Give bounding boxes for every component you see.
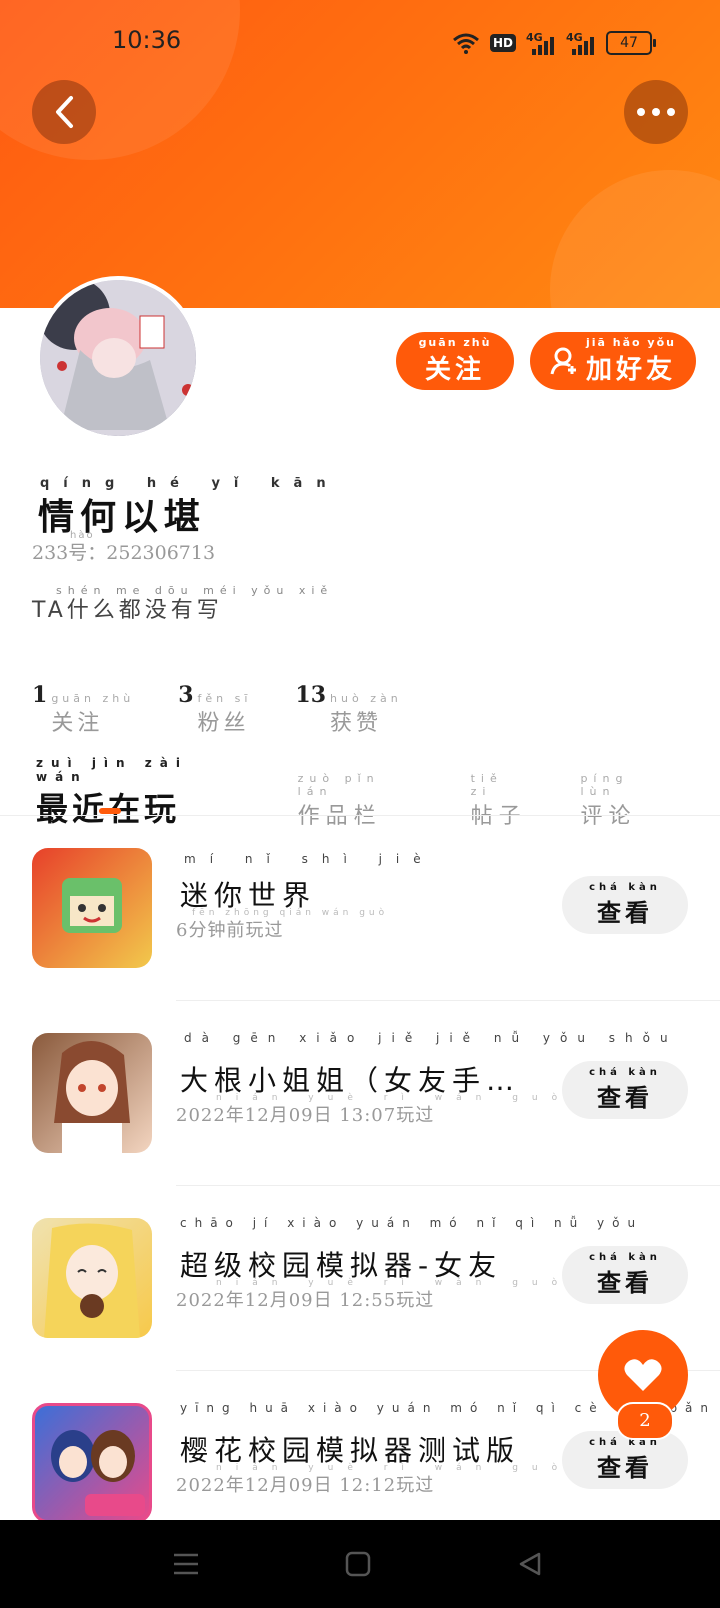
tab-indicator: [99, 808, 121, 814]
stat-followers[interactable]: 3 fěn sī 粉丝: [178, 682, 251, 737]
game-title-pinyin: chāo jí xiào yuán mó nǐ qì nǚ yǒu: [180, 1216, 644, 1230]
game-title-pinyin: mí nǐ shì jiè: [184, 852, 435, 866]
signal-icon: 4G: [566, 31, 596, 55]
game-icon: [32, 848, 152, 968]
stat-pinyin: huò zàn: [330, 692, 402, 705]
add-user-icon: [550, 347, 576, 375]
game-row[interactable]: dà gēn xiǎo jiě jiě nǚ yǒu shǒu 大根小姐姐（女友…: [0, 1001, 720, 1186]
system-navbar: [0, 1520, 720, 1608]
follow-pinyin: guān zhù: [418, 336, 492, 349]
tab-pinyin: zuì jìn zài wán: [36, 756, 188, 784]
game-last-played: 2022年12月09日 12:55玩过: [176, 1290, 435, 1311]
avatar[interactable]: [36, 276, 200, 440]
tab-pinyin: tiě zi: [470, 772, 503, 798]
view-label: 查看: [597, 899, 653, 927]
view-pinyin: chá kàn: [589, 1252, 661, 1263]
uid-label: 233号：: [32, 542, 107, 564]
view-label: 查看: [597, 1084, 653, 1112]
view-button[interactable]: chá kàn 查看: [562, 1061, 688, 1119]
signal-icon: 4G: [526, 31, 556, 55]
game-row[interactable]: mí nǐ shì jiè 迷你世界 fēn zhōng qián wán gu…: [0, 816, 720, 1001]
game-icon: [32, 1218, 152, 1338]
game-last-played: 2022年12月09日 13:07玩过: [176, 1105, 435, 1126]
wifi-icon: [453, 33, 479, 54]
follow-button[interactable]: guān zhù 关注: [396, 332, 514, 390]
network-type: 4G: [526, 31, 543, 44]
status-bar: 10:36 HD 4G 4G 47: [0, 22, 720, 62]
view-button[interactable]: chá kàn 查看: [562, 1246, 688, 1304]
game-last-played: 6分钟前玩过: [176, 920, 284, 941]
stat-label: 获赞: [330, 711, 383, 736]
back-button[interactable]: [32, 80, 96, 144]
like-count-badge: 2: [616, 1402, 674, 1440]
stat-likes[interactable]: 13 huò zàn 获赞: [295, 682, 401, 737]
heart-icon: [624, 1359, 662, 1391]
add-friend-pinyin: jiā hǎo yǒu: [585, 336, 676, 349]
avatar-image: [40, 280, 196, 436]
status-icons: HD 4G 4G 47: [452, 28, 657, 58]
game-icon: [32, 1033, 152, 1153]
network-type: 4G: [566, 31, 583, 44]
back-triangle-icon: [519, 1552, 541, 1576]
system-back-button[interactable]: [510, 1546, 550, 1582]
uid-value: 252306713: [106, 542, 216, 564]
menu-button[interactable]: [166, 1546, 206, 1582]
game-icon: [32, 1403, 152, 1523]
stat-pinyin: guān zhù: [51, 692, 135, 705]
view-button[interactable]: chá kàn 查看: [562, 876, 688, 934]
game-last-played: 2022年12月09日 12:12玩过: [176, 1475, 435, 1496]
stat-label: 关注: [51, 711, 104, 736]
view-label: 查看: [597, 1269, 653, 1297]
battery-icon: 47: [606, 31, 657, 55]
view-label: 查看: [597, 1454, 653, 1482]
hd-badge: HD: [490, 34, 517, 52]
view-pinyin: chá kàn: [589, 1067, 661, 1078]
menu-icon: [174, 1553, 198, 1575]
add-friend-button[interactable]: jiā hǎo yǒu 加好友: [530, 332, 696, 390]
home-square-icon: [345, 1551, 371, 1577]
stat-following[interactable]: 1 guān zhù 关注: [32, 682, 134, 737]
user-bio: TA什么都没有写: [32, 598, 223, 623]
view-pinyin: chá kàn: [589, 882, 661, 893]
more-button[interactable]: [624, 80, 688, 144]
user-name: 情何以堪: [38, 497, 207, 538]
stat-count: 13: [295, 682, 327, 708]
tab-pinyin: zuò pǐn lán: [297, 772, 380, 798]
follow-label: 关注: [424, 355, 485, 385]
tab-pinyin: píng lùn: [580, 772, 629, 798]
stat-pinyin: fěn sī: [197, 692, 252, 705]
more-dots-icon: [637, 108, 675, 116]
add-friend-label: 加好友: [585, 355, 676, 385]
stats-row: 1 guān zhù 关注 3 fěn sī 粉丝 13 huò zàn 获赞: [32, 682, 402, 737]
stat-count: 3: [178, 682, 194, 708]
stat-count: 1: [32, 682, 48, 708]
status-time: 10:36: [112, 26, 182, 54]
home-button[interactable]: [338, 1546, 378, 1582]
header-decoration: [550, 170, 720, 308]
chevron-left-icon: [56, 96, 73, 128]
user-id[interactable]: 233号：252306713: [32, 538, 215, 565]
stat-label: 粉丝: [197, 711, 250, 736]
game-title-pinyin: dà gēn xiǎo jiě jiě nǚ yǒu shǒu: [184, 1031, 678, 1045]
view-button[interactable]: chá kàn 查看: [562, 1431, 688, 1489]
